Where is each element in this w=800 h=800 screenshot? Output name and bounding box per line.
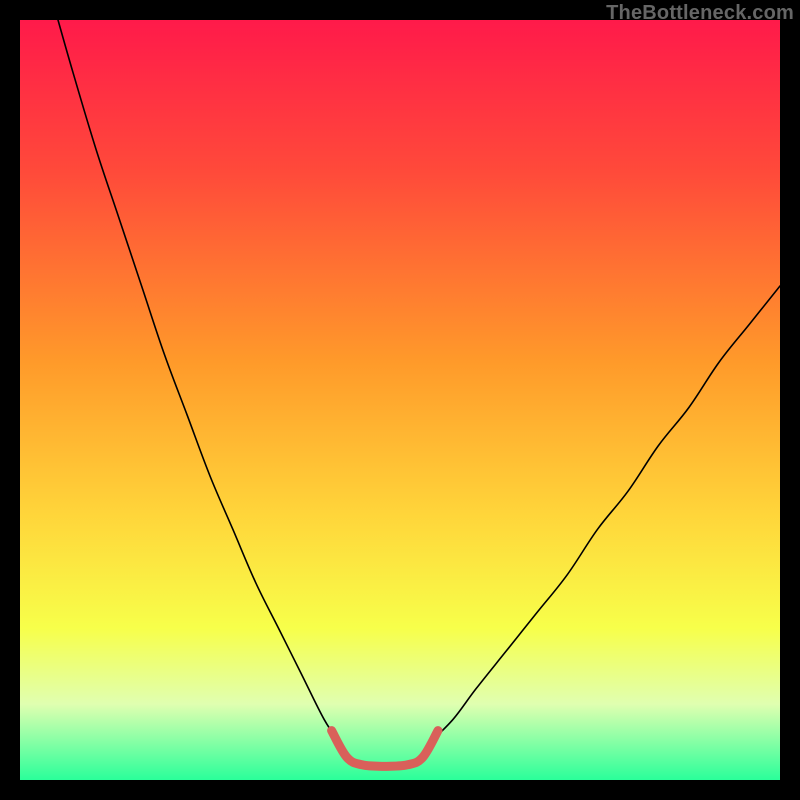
plot-area [20, 20, 780, 780]
chart-container: TheBottleneck.com [0, 0, 800, 800]
watermark-text: TheBottleneck.com [606, 2, 794, 25]
chart-background [20, 20, 780, 780]
chart-svg [20, 20, 780, 780]
